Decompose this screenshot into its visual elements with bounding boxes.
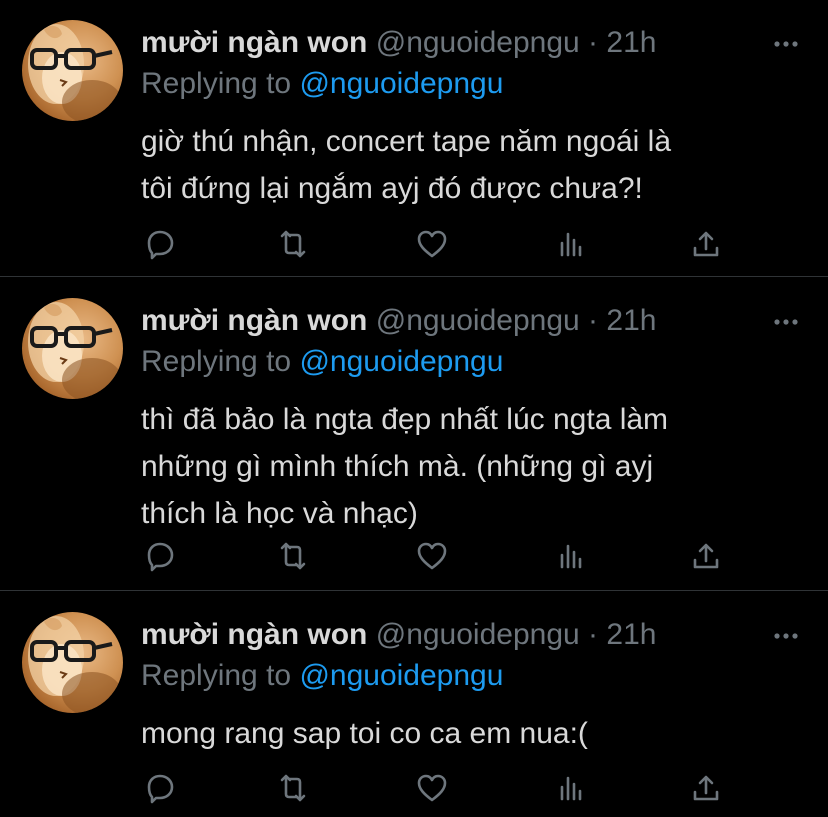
avatar[interactable] xyxy=(22,298,123,399)
heart-icon xyxy=(412,224,452,264)
analytics-icon xyxy=(550,536,590,576)
share-icon xyxy=(686,224,726,264)
like-button[interactable] xyxy=(412,768,452,808)
retweet-button[interactable] xyxy=(273,768,313,808)
tweet-text: giờ thú nhận, concert tape năm ngoái là … xyxy=(141,118,806,212)
tweet-text-line: những gì mình thích mà. (những gì ayj xyxy=(141,450,654,483)
user-handle[interactable]: @nguoidepngu xyxy=(376,618,580,651)
user-handle[interactable]: @nguoidepngu xyxy=(376,26,580,59)
tweet-header: mười ngàn won @nguoidepngu · 21h xyxy=(141,304,728,338)
display-name[interactable]: mười ngàn won xyxy=(141,618,367,651)
mention-link[interactable]: @nguoidepngu xyxy=(299,659,503,692)
more-options-icon[interactable] xyxy=(772,308,800,336)
tweet-actions xyxy=(140,224,740,264)
heart-icon xyxy=(412,768,452,808)
replying-to-label: Replying to xyxy=(141,659,292,692)
reply-icon xyxy=(140,536,180,576)
analytics-button[interactable] xyxy=(550,536,590,576)
tweet-text-line: thì đã bảo là ngta đẹp nhất lúc ngta làm xyxy=(141,403,669,436)
like-button[interactable] xyxy=(412,224,452,264)
avatar[interactable] xyxy=(22,20,123,121)
tweet-text-line: thích là học và nhạc) xyxy=(141,497,418,530)
tweet[interactable]: mười ngàn won @nguoidepngu · 21h Replyin… xyxy=(0,0,828,277)
tweet-text: mong rang sap toi co ca em nua:( xyxy=(141,710,806,757)
reply-button[interactable] xyxy=(140,768,180,808)
more-options-icon[interactable] xyxy=(772,30,800,58)
reply-icon xyxy=(140,224,180,264)
analytics-icon xyxy=(550,768,590,808)
retweet-icon xyxy=(273,768,313,808)
display-name[interactable]: mười ngàn won xyxy=(141,26,367,59)
share-icon xyxy=(686,768,726,808)
retweet-button[interactable] xyxy=(273,536,313,576)
share-button[interactable] xyxy=(686,768,726,808)
share-button[interactable] xyxy=(686,536,726,576)
reply-button[interactable] xyxy=(140,224,180,264)
display-name[interactable]: mười ngàn won xyxy=(141,304,367,337)
tweet[interactable]: mười ngàn won @nguoidepngu · 21h Replyin… xyxy=(0,278,828,591)
analytics-button[interactable] xyxy=(550,768,590,808)
tweet-text-line: tôi đứng lại ngắm ayj đó được chưa?! xyxy=(141,172,643,205)
replying-to: Replying to @nguoidepngu xyxy=(141,344,503,380)
heart-icon xyxy=(412,536,452,576)
share-icon xyxy=(686,536,726,576)
user-handle[interactable]: @nguoidepngu xyxy=(376,304,580,337)
analytics-icon xyxy=(550,224,590,264)
tweet[interactable]: mười ngàn won @nguoidepngu · 21h Replyin… xyxy=(0,592,828,817)
timestamp[interactable]: 21h xyxy=(606,618,656,651)
mention-link[interactable]: @nguoidepngu xyxy=(299,67,503,100)
replying-to-label: Replying to xyxy=(141,67,292,100)
analytics-button[interactable] xyxy=(550,224,590,264)
mention-link[interactable]: @nguoidepngu xyxy=(299,345,503,378)
replying-to-label: Replying to xyxy=(141,345,292,378)
tweet-text-line: mong rang sap toi co ca em nua:( xyxy=(141,717,588,750)
like-button[interactable] xyxy=(412,536,452,576)
separator-dot: · xyxy=(588,618,599,651)
replying-to: Replying to @nguoidepngu xyxy=(141,658,503,694)
avatar-image xyxy=(22,298,123,399)
reply-icon xyxy=(140,768,180,808)
retweet-icon xyxy=(273,224,313,264)
retweet-button[interactable] xyxy=(273,224,313,264)
tweet-text-line: giờ thú nhận, concert tape năm ngoái là xyxy=(141,125,672,158)
tweet-actions xyxy=(140,768,740,808)
tweet-text: thì đã bảo là ngta đẹp nhất lúc ngta làm… xyxy=(141,396,806,537)
replying-to: Replying to @nguoidepngu xyxy=(141,66,503,102)
avatar-image xyxy=(22,20,123,121)
separator-dot: · xyxy=(588,304,599,337)
timestamp[interactable]: 21h xyxy=(606,304,656,337)
retweet-icon xyxy=(273,536,313,576)
avatar[interactable] xyxy=(22,612,123,713)
share-button[interactable] xyxy=(686,224,726,264)
reply-button[interactable] xyxy=(140,536,180,576)
tweet-actions xyxy=(140,536,740,576)
avatar-image xyxy=(22,612,123,713)
separator-dot: · xyxy=(588,26,599,59)
timestamp[interactable]: 21h xyxy=(606,26,656,59)
tweet-header: mười ngàn won @nguoidepngu · 21h xyxy=(141,26,728,60)
tweet-header: mười ngàn won @nguoidepngu · 21h xyxy=(141,618,728,652)
more-options-icon[interactable] xyxy=(772,622,800,650)
